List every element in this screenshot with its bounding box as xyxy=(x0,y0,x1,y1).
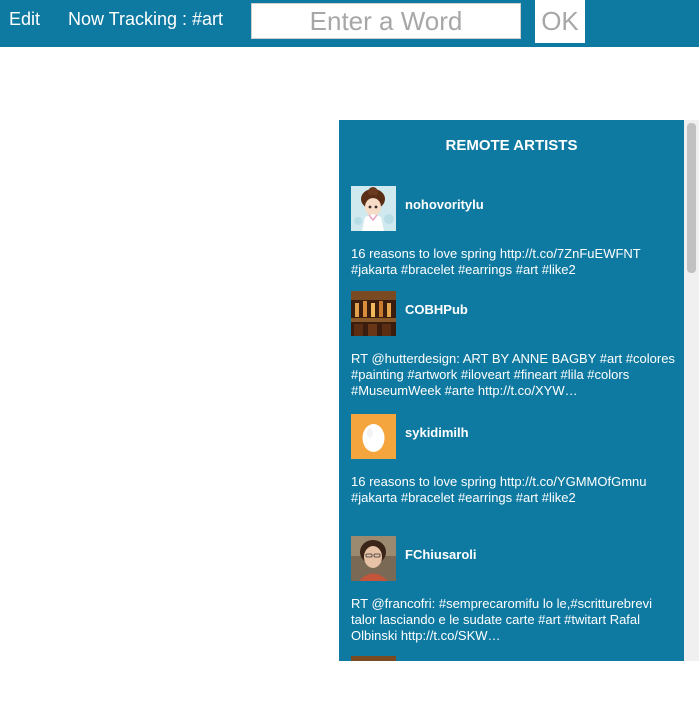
ok-button[interactable]: OK xyxy=(535,0,585,43)
word-input[interactable] xyxy=(251,3,521,39)
tweet-username[interactable]: sykidimilh xyxy=(405,425,469,440)
anime-girl-avatar[interactable] xyxy=(351,186,396,231)
pub-interior-avatar[interactable] xyxy=(351,656,396,661)
tweet-username[interactable]: FChiusaroli xyxy=(405,547,477,562)
edit-link[interactable]: Edit xyxy=(9,9,40,30)
tweet-text: RT @francofri: #semprecaromifu lo le,#sc… xyxy=(351,596,652,643)
tweet-text: 16 reasons to love spring http://t.co/7Z… xyxy=(351,246,641,277)
scrollbar-thumb[interactable] xyxy=(687,123,696,273)
remote-artists-panel: REMOTE ARTISTS nohovoritylu 16 reasons t… xyxy=(339,120,684,661)
pub-interior-avatar[interactable] xyxy=(351,291,396,336)
tweet-username[interactable]: COBHPub xyxy=(405,302,468,317)
panel-scrollbar[interactable] xyxy=(684,120,699,661)
tweet-username[interactable]: nohovoritylu xyxy=(405,197,484,212)
top-bar: Edit Now Tracking : #art OK xyxy=(0,0,699,47)
tweet-text: RT @hutterdesign: ART BY ANNE BAGBY #art… xyxy=(351,351,675,398)
tweet-text: 16 reasons to love spring http://t.co/YG… xyxy=(351,474,647,505)
panel-title: REMOTE ARTISTS xyxy=(445,137,578,154)
default-egg-avatar[interactable] xyxy=(351,414,396,459)
woman-portrait-avatar[interactable] xyxy=(351,536,396,581)
now-tracking-label: Now Tracking : #art xyxy=(68,9,224,29)
